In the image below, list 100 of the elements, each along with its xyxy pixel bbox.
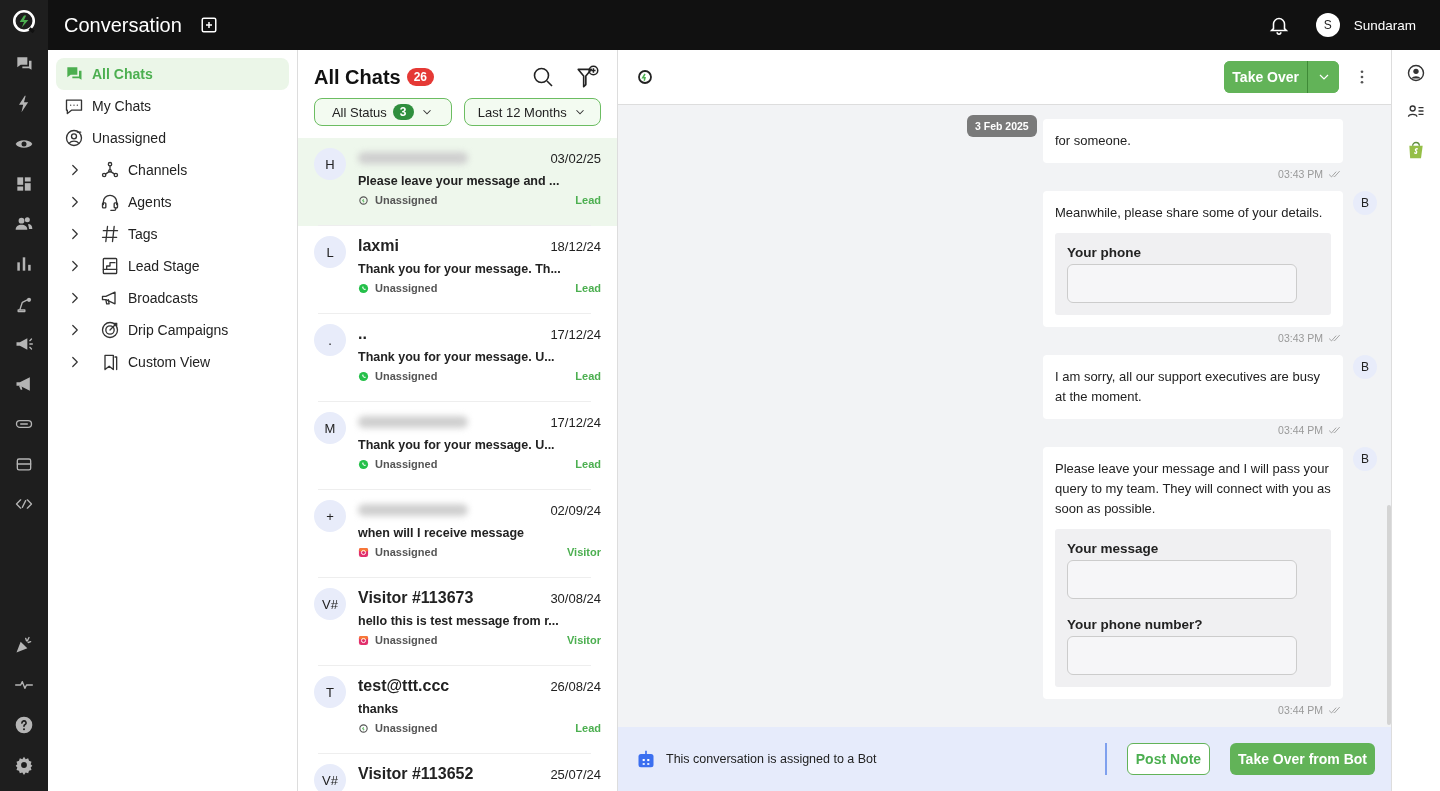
stage-label: Lead bbox=[575, 282, 601, 294]
user-name[interactable]: Sundaram bbox=[1353, 17, 1416, 33]
message-preview: when will I receive message bbox=[358, 526, 526, 540]
sidebar-item[interactable]: My Chats bbox=[56, 90, 289, 122]
web-chat-icon bbox=[358, 194, 369, 206]
contact-name: test@ttt.ccc bbox=[358, 677, 450, 695]
assignee-label: Unassigned bbox=[375, 370, 439, 382]
sidebar-item[interactable]: Drip Campaigns bbox=[56, 314, 289, 346]
message-time: 03:43 PM bbox=[1278, 332, 1323, 344]
avatar: V# bbox=[314, 764, 346, 791]
input-field[interactable] bbox=[1067, 264, 1297, 303]
input-field[interactable] bbox=[1067, 636, 1297, 675]
sidebar-item[interactable]: Unassigned bbox=[56, 122, 289, 154]
message-preview: thanks bbox=[358, 702, 400, 716]
avatar: M bbox=[314, 412, 346, 444]
date-chip: 3 Feb 2025 bbox=[967, 115, 1037, 137]
field-label: Your phone bbox=[1067, 245, 1142, 260]
contact-name: .. bbox=[358, 325, 367, 343]
chat-list-item[interactable]: T test@ttt.ccc 26/08/24 thanks Unassigned Lead bbox=[298, 666, 617, 754]
message-time: 03:43 PM bbox=[1278, 168, 1323, 180]
user-avatar[interactable]: S bbox=[1315, 13, 1340, 37]
avatar: T bbox=[314, 676, 346, 708]
message-time: 03:44 PM bbox=[1278, 704, 1323, 716]
message-time: 03:44 PM bbox=[1278, 424, 1323, 436]
contact-name: laxmi bbox=[358, 237, 399, 255]
message-preview: Thank you for your message. U... bbox=[358, 438, 556, 452]
chat-date: 17/12/24 bbox=[550, 326, 601, 342]
stage-label: Lead bbox=[575, 722, 601, 734]
chat-list-item[interactable]: V# Visitor #113673 30/08/24 hello this is test message from r... Unassigned Visitor bbox=[298, 578, 617, 666]
whatsapp-icon bbox=[358, 458, 369, 470]
logo-icon bbox=[11, 8, 37, 34]
scrollbar[interactable] bbox=[1387, 505, 1391, 725]
assignee-label: Unassigned bbox=[375, 282, 439, 294]
whatsapp-icon bbox=[358, 370, 369, 382]
sidebar-item[interactable]: Lead Stage bbox=[56, 250, 289, 282]
stage-label: Visitor bbox=[566, 634, 601, 646]
chat-date: 17/12/24 bbox=[550, 414, 601, 430]
filter-dropdown[interactable]: Last 12 Months bbox=[463, 98, 601, 126]
chat-date: 02/09/24 bbox=[550, 502, 601, 518]
dropdown-button[interactable] bbox=[1307, 61, 1339, 93]
message-preview: hello this is test message from r... bbox=[358, 614, 560, 628]
assignee-label: Unassigned bbox=[375, 458, 439, 470]
instagram-icon bbox=[358, 546, 369, 558]
assignee-label: Unassigned bbox=[375, 194, 439, 206]
web-chat-icon bbox=[358, 722, 369, 734]
chat-list-item[interactable]: H 03/02/25 Please leave your message and ... Unassigned Lead bbox=[298, 138, 617, 226]
search-icon[interactable] bbox=[531, 65, 555, 89]
target-icon bbox=[100, 320, 120, 340]
sidebar-item[interactable]: Agents bbox=[56, 186, 289, 218]
avatar: . bbox=[314, 324, 346, 356]
shopping-bag-icon[interactable] bbox=[1406, 139, 1426, 161]
chat-list-item[interactable]: . .. 17/12/24 Thank you for your message. U... Unassigned Lead bbox=[298, 314, 617, 402]
message-preview: Thank you for your message. U... bbox=[358, 350, 556, 364]
sidebar-item[interactable]: Tags bbox=[56, 218, 289, 250]
contact-name: Visitor #113652 bbox=[358, 765, 474, 783]
whatsapp-icon bbox=[358, 282, 369, 294]
input-field[interactable] bbox=[1067, 560, 1297, 599]
stage-label: Lead bbox=[575, 194, 601, 206]
message-preview: Please leave your message and ... bbox=[358, 174, 561, 188]
message-text: Meanwhile, please share some of your details. bbox=[1055, 204, 1324, 222]
help-icon[interactable] bbox=[14, 715, 34, 735]
settings-icon[interactable] bbox=[14, 755, 34, 775]
avatar: V# bbox=[314, 588, 346, 620]
chat-date: 25/07/24 bbox=[550, 766, 601, 782]
bot-avatar: B bbox=[1353, 191, 1377, 215]
robot-icon bbox=[636, 749, 656, 769]
chat-date: 30/08/24 bbox=[550, 590, 601, 606]
user-circle-icon bbox=[64, 128, 84, 148]
message-preview: Thank you for your message. Th... bbox=[358, 262, 562, 276]
assignee-label: Unassigned bbox=[375, 546, 439, 558]
party-popper-icon[interactable] bbox=[14, 635, 34, 655]
dashboard-icon[interactable] bbox=[14, 174, 34, 194]
count-badge: 3 bbox=[392, 104, 414, 120]
stage-label: Lead bbox=[575, 458, 601, 470]
stage-label: Lead bbox=[575, 370, 601, 382]
sidebar-item[interactable]: Broadcasts bbox=[56, 282, 289, 314]
chat-list-item[interactable]: + 02/09/24 when will I receive message Unassigned Visitor bbox=[298, 490, 617, 578]
page-title: Conversation bbox=[64, 13, 182, 37]
hashtag-icon bbox=[100, 224, 120, 244]
sidebar-item[interactable]: Custom View bbox=[56, 346, 289, 378]
assignee-label: Unassigned bbox=[375, 722, 439, 734]
network-icon bbox=[100, 160, 120, 180]
contact-name: Visitor #113673 bbox=[358, 589, 474, 607]
message-text: I am sorry, all our support executives are busy at the moment. bbox=[1055, 368, 1321, 406]
chat-date: 18/12/24 bbox=[550, 238, 601, 254]
add-icon[interactable] bbox=[199, 16, 218, 34]
instagram-icon bbox=[358, 634, 369, 646]
chat-list-item[interactable]: L laxmi 18/12/24 Thank you for your message. Th... Unassigned Lead bbox=[298, 226, 617, 314]
stage-label: Visitor bbox=[566, 546, 601, 558]
filter-dropdown[interactable]: All Status 3 bbox=[314, 98, 452, 126]
chat-list-item[interactable]: M 17/12/24 Thank you for your message. U... Unassigned Lead bbox=[298, 402, 617, 490]
bar-chart-icon[interactable] bbox=[14, 254, 34, 274]
field-label: Your message bbox=[1067, 541, 1160, 556]
message-text: Please leave your message and I will pass your query to my team. They will connect with you as soon as possible. bbox=[1055, 460, 1331, 518]
message-text: for someone. bbox=[1055, 132, 1132, 150]
headset-icon bbox=[100, 192, 120, 212]
sidebar-item[interactable]: Channels bbox=[56, 154, 289, 186]
list-title: All Chats bbox=[314, 65, 401, 89]
profile-icon[interactable] bbox=[1406, 63, 1426, 83]
filter-add-icon[interactable] bbox=[575, 64, 601, 90]
